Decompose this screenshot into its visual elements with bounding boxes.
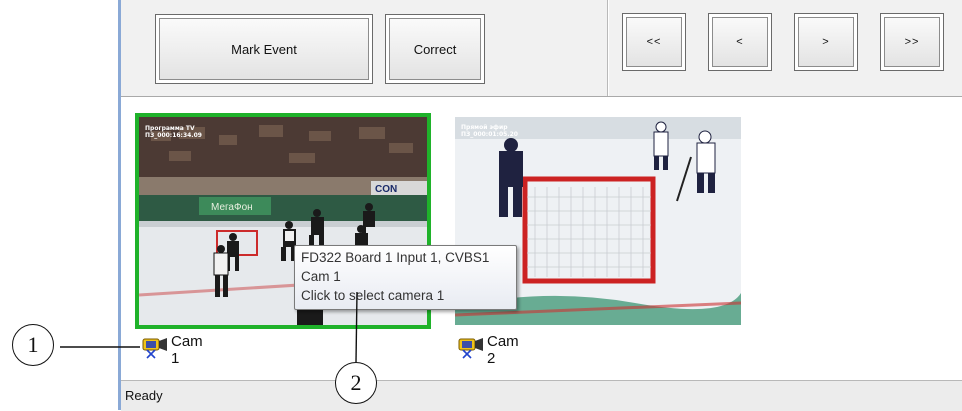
toolbar-divider — [607, 0, 608, 96]
mark-event-button-frame: Mark Event — [155, 14, 373, 84]
camera-1-osd-time: ПЗ_000:16:34.09 — [145, 132, 202, 139]
svg-text:МегаФон: МегаФон — [211, 202, 253, 213]
tooltip-device-line: FD322 Board 1 Input 1, CVBS1 — [301, 250, 490, 265]
application-window: Mark Event Correct << < > >> МегаФон CON… — [118, 0, 962, 411]
first-frame-button-frame: << — [622, 13, 686, 71]
camera-panel: МегаФон CON Программа TV ПЗ_000:16:34.09… — [121, 97, 962, 380]
next-frame-button[interactable]: > — [798, 17, 854, 67]
camera-1-label[interactable]: Cam 1 — [141, 333, 203, 367]
svg-text:CON: CON — [375, 184, 397, 195]
status-bar: Ready — [121, 380, 962, 411]
mark-event-button[interactable]: Mark Event — [159, 18, 369, 80]
tooltip-hint-line: Click to select camera 1 — [301, 288, 445, 303]
correct-button[interactable]: Correct — [389, 18, 481, 80]
next-frame-button-frame: > — [794, 13, 858, 71]
camera-1-name: Cam 1 — [171, 333, 203, 367]
callout-1: 1 — [12, 324, 54, 366]
camera-icon — [457, 336, 485, 364]
camera-icon — [141, 336, 169, 364]
tooltip-camera-line: Cam 1 — [301, 269, 341, 284]
callout-2: 2 — [335, 362, 377, 404]
prev-frame-button[interactable]: < — [712, 17, 768, 67]
camera-1-osd-title: Программа TV — [145, 125, 195, 132]
last-frame-button[interactable]: >> — [884, 17, 940, 67]
status-text: Ready — [125, 388, 163, 403]
camera-2-osd-time: ПЗ_000:01:05.20 — [461, 131, 518, 138]
camera-tooltip: FD322 Board 1 Input 1, CVBS1 Cam 1 Click… — [294, 245, 517, 310]
camera-2-osd-title: Прямой эфир — [461, 124, 508, 131]
camera-2-label[interactable]: Cam 2 — [457, 333, 519, 367]
toolbar: Mark Event Correct << < > >> — [121, 0, 962, 97]
correct-button-frame: Correct — [385, 14, 485, 84]
first-frame-button[interactable]: << — [626, 17, 682, 67]
camera-2-name: Cam 2 — [487, 333, 519, 367]
last-frame-button-frame: >> — [880, 13, 944, 71]
prev-frame-button-frame: < — [708, 13, 772, 71]
